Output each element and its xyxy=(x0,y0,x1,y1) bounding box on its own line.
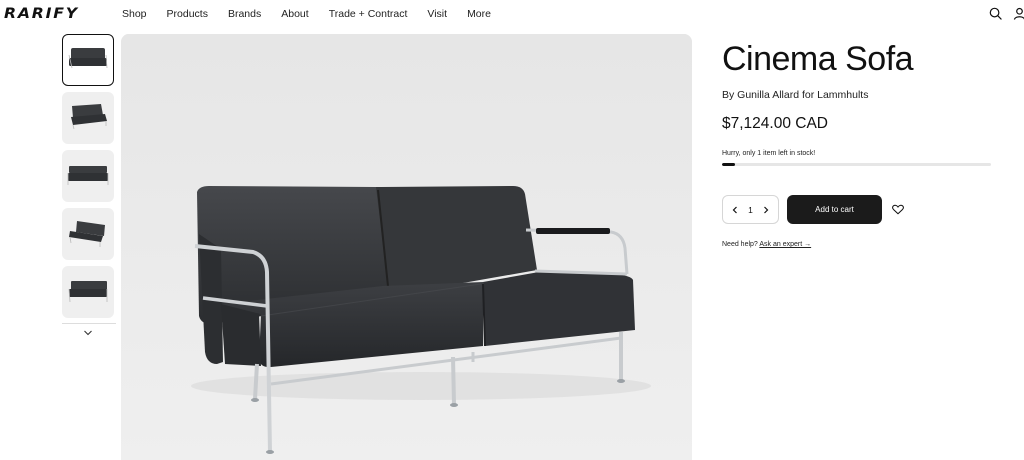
main-nav: Shop Products Brands About Trade + Contr… xyxy=(122,8,491,20)
nav-item-visit[interactable]: Visit xyxy=(427,8,447,20)
sofa-thumbnail-image xyxy=(68,281,108,303)
nav-item-trade-contract[interactable]: Trade + Contract xyxy=(329,8,408,20)
nav-item-brands[interactable]: Brands xyxy=(228,8,261,20)
chevron-left-icon xyxy=(732,206,737,213)
product-byline: By Gunilla Allard for Lammhults xyxy=(722,89,869,101)
sofa-illustration xyxy=(121,34,692,460)
chevron-right-icon xyxy=(764,206,769,213)
nav-item-products[interactable]: Products xyxy=(167,8,208,20)
thumbnail-1[interactable] xyxy=(62,34,114,86)
decrease-quantity-button[interactable] xyxy=(731,205,739,215)
help-line: Need help? Ask an expert → xyxy=(722,241,811,248)
increase-quantity-button[interactable] xyxy=(762,205,770,215)
nav-item-shop[interactable]: Shop xyxy=(122,8,147,20)
ask-expert-link[interactable]: Ask an expert → xyxy=(759,241,811,248)
thumbnail-2[interactable] xyxy=(62,92,114,144)
sofa-thumbnail-image xyxy=(71,104,107,130)
thumbnail-5[interactable] xyxy=(62,266,114,318)
sofa-thumbnail-image xyxy=(69,221,105,247)
stock-level-bar xyxy=(722,163,991,166)
thumbnail-divider xyxy=(62,323,116,324)
nav-item-about[interactable]: About xyxy=(281,8,308,20)
quantity-value[interactable]: 1 xyxy=(748,205,753,215)
site-logo[interactable]: RARIFY xyxy=(4,6,79,22)
thumbnail-4[interactable] xyxy=(62,208,114,260)
product-price: $7,124.00 CAD xyxy=(722,115,828,132)
quantity-stepper: 1 xyxy=(722,195,779,224)
heart-icon[interactable] xyxy=(892,204,904,215)
product-main-image[interactable] xyxy=(121,34,692,460)
sofa-thumbnail-image xyxy=(67,166,109,185)
product-title: Cinema Sofa xyxy=(722,40,914,78)
account-icon[interactable] xyxy=(1013,7,1024,20)
search-icon[interactable] xyxy=(989,7,1002,20)
thumbnail-3[interactable] xyxy=(62,150,114,202)
chevron-down-icon[interactable] xyxy=(82,327,94,339)
site-header: RARIFY Shop Products Brands About Trade … xyxy=(0,0,1024,28)
add-to-cart-button[interactable]: Add to cart xyxy=(787,195,882,224)
stock-message: Hurry, only 1 item left in stock! xyxy=(722,150,816,157)
nav-item-more[interactable]: More xyxy=(467,8,491,20)
sofa-thumbnail-image xyxy=(68,48,108,69)
stock-level-fill xyxy=(722,163,736,166)
help-prefix: Need help? xyxy=(722,241,758,248)
